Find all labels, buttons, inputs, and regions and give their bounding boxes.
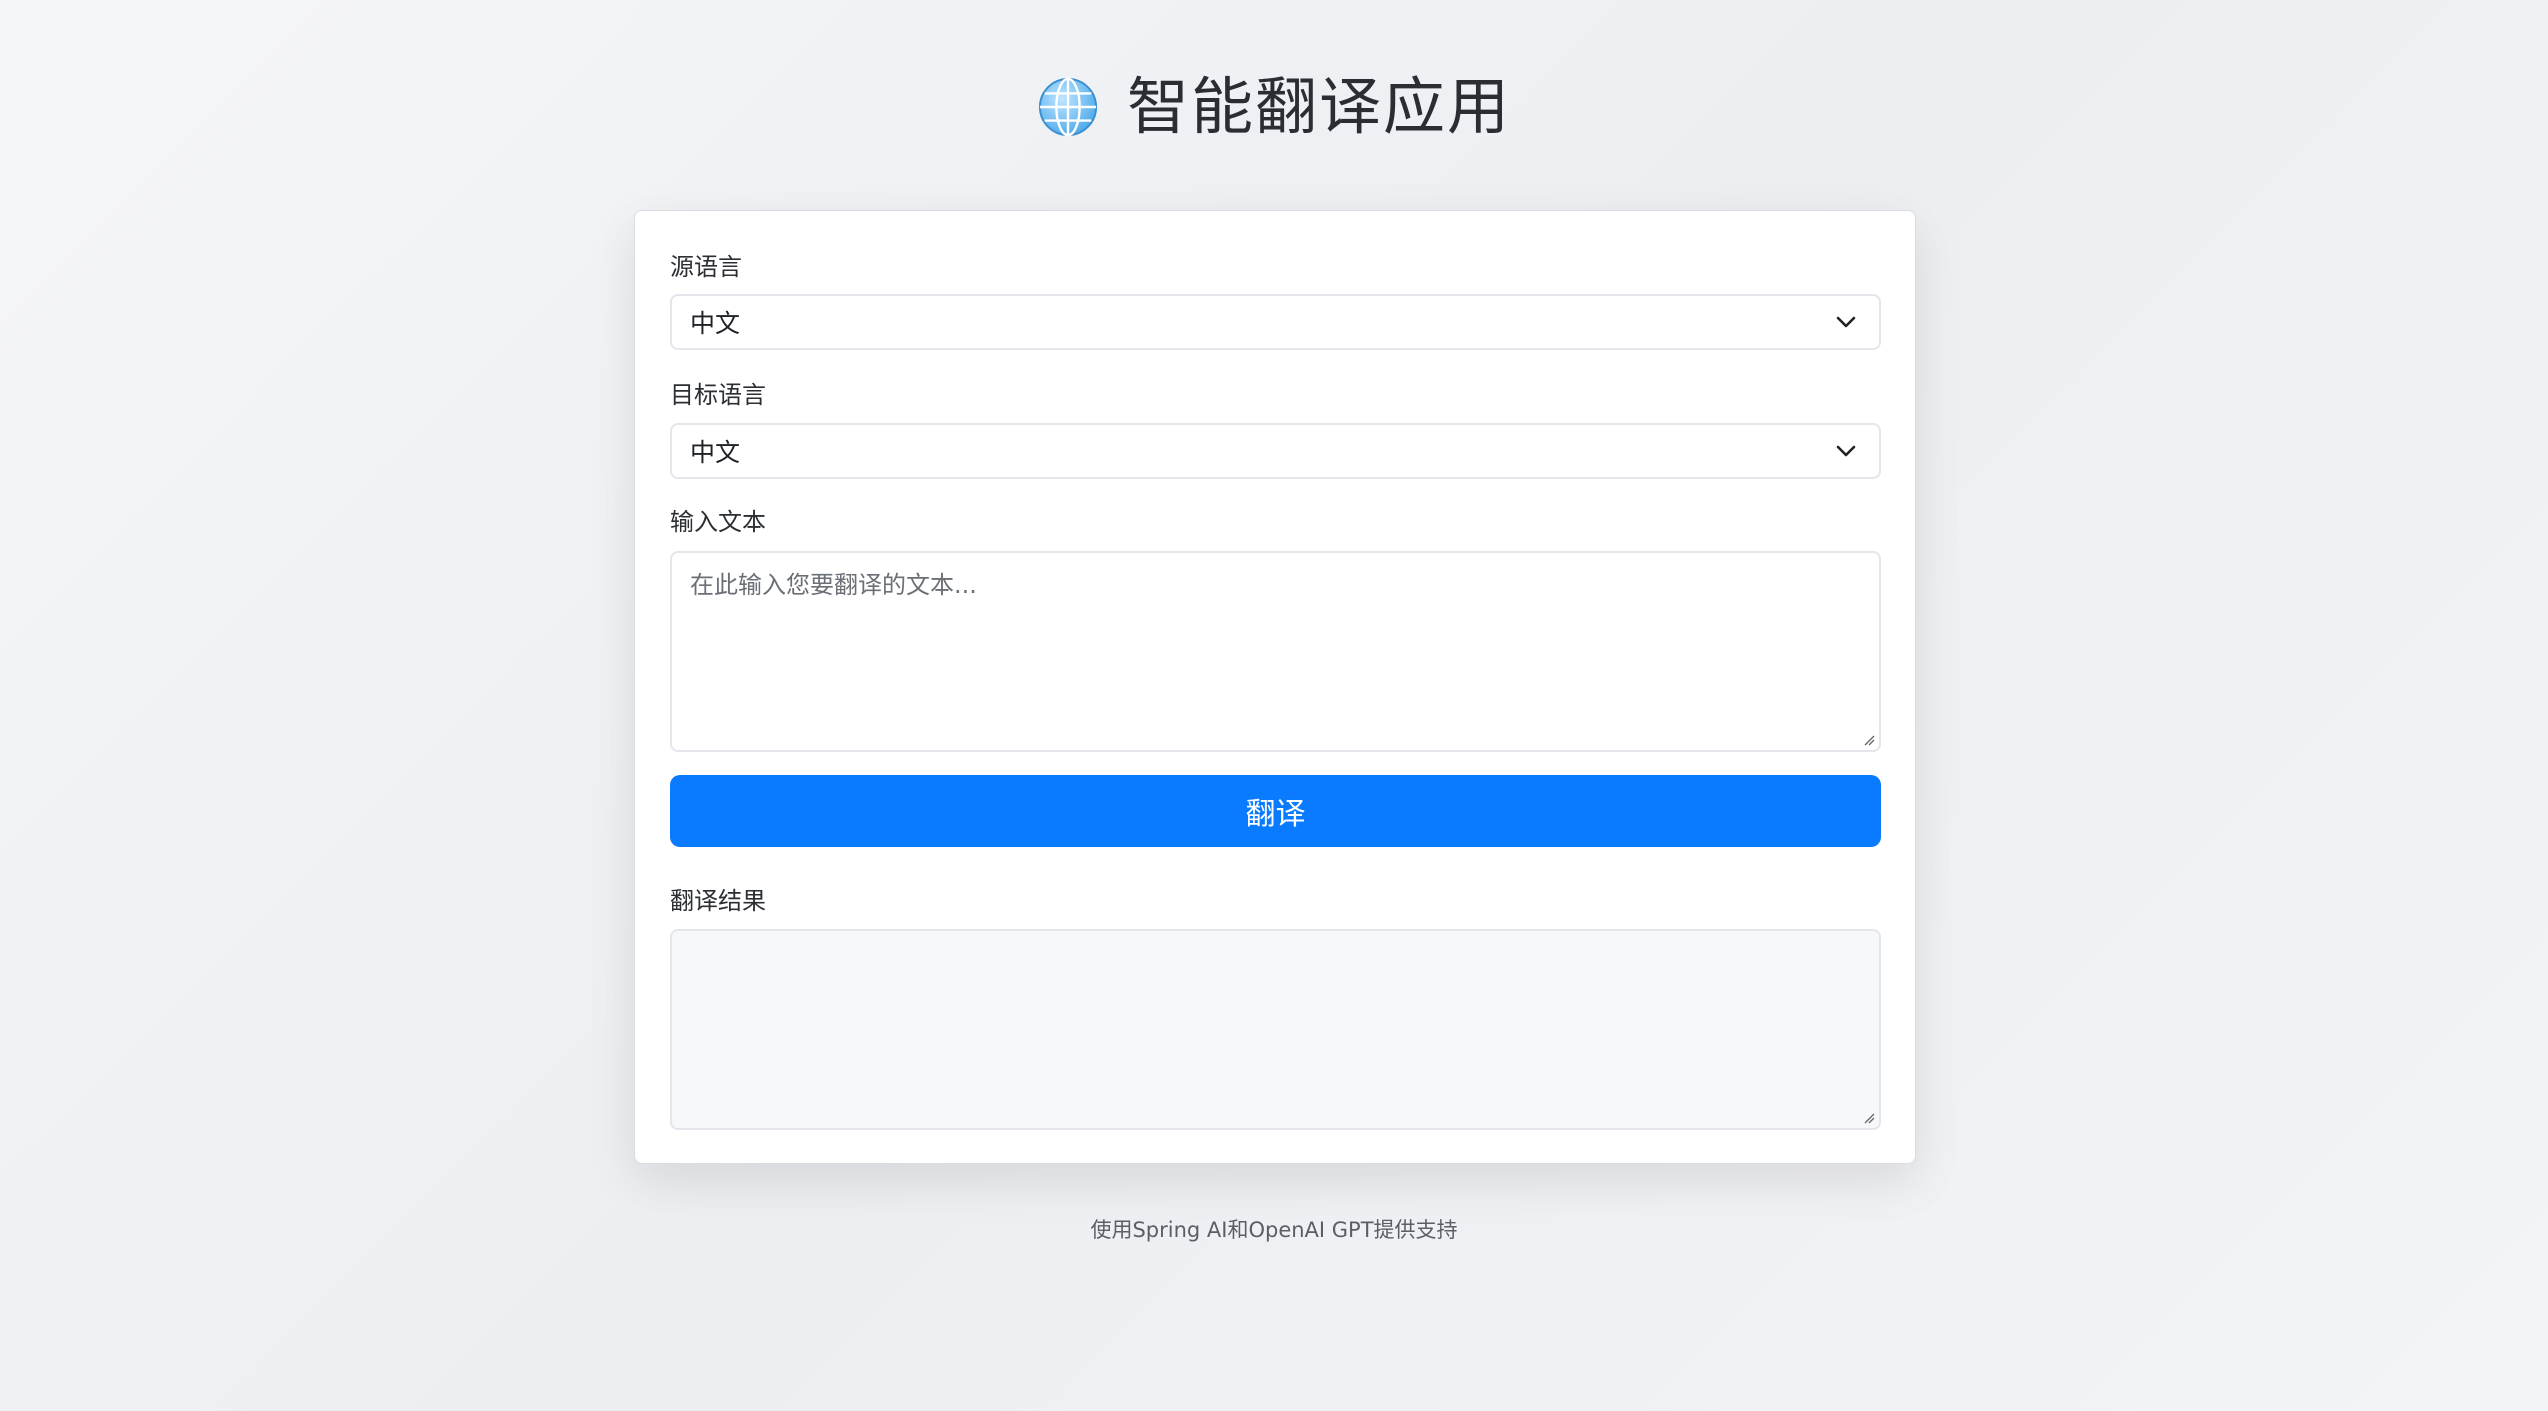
target-language-value: 中文: [690, 438, 741, 467]
result-label: 翻译结果: [670, 887, 766, 915]
resize-handle-icon[interactable]: [1863, 734, 1875, 746]
target-language-select[interactable]: 中文: [670, 423, 1881, 479]
resize-handle-icon[interactable]: [1863, 1112, 1875, 1124]
target-language-label: 目标语言: [670, 381, 766, 409]
source-language-select[interactable]: 中文: [670, 294, 1881, 350]
translation-card: 源语言 中文 目标语言 中文 输入文本 在此输入您要翻译的文本... 翻译 翻译…: [634, 210, 1916, 1164]
chevron-down-icon: [1836, 316, 1856, 328]
input-text-label: 输入文本: [670, 508, 766, 536]
app-header: 智能翻译应用: [0, 62, 2548, 152]
source-language-label: 源语言: [670, 253, 742, 281]
result-textarea[interactable]: [670, 929, 1881, 1130]
chevron-down-icon: [1836, 445, 1856, 457]
page-title: 智能翻译应用: [1126, 70, 1511, 143]
input-textarea[interactable]: 在此输入您要翻译的文本...: [670, 551, 1881, 752]
globe-icon: [1038, 77, 1098, 137]
translate-button[interactable]: 翻译: [670, 775, 1881, 847]
footer-text: 使用Spring AI和OpenAI GPT提供支持: [1090, 1218, 1458, 1242]
source-language-value: 中文: [690, 309, 741, 338]
input-placeholder: 在此输入您要翻译的文本...: [690, 571, 977, 599]
